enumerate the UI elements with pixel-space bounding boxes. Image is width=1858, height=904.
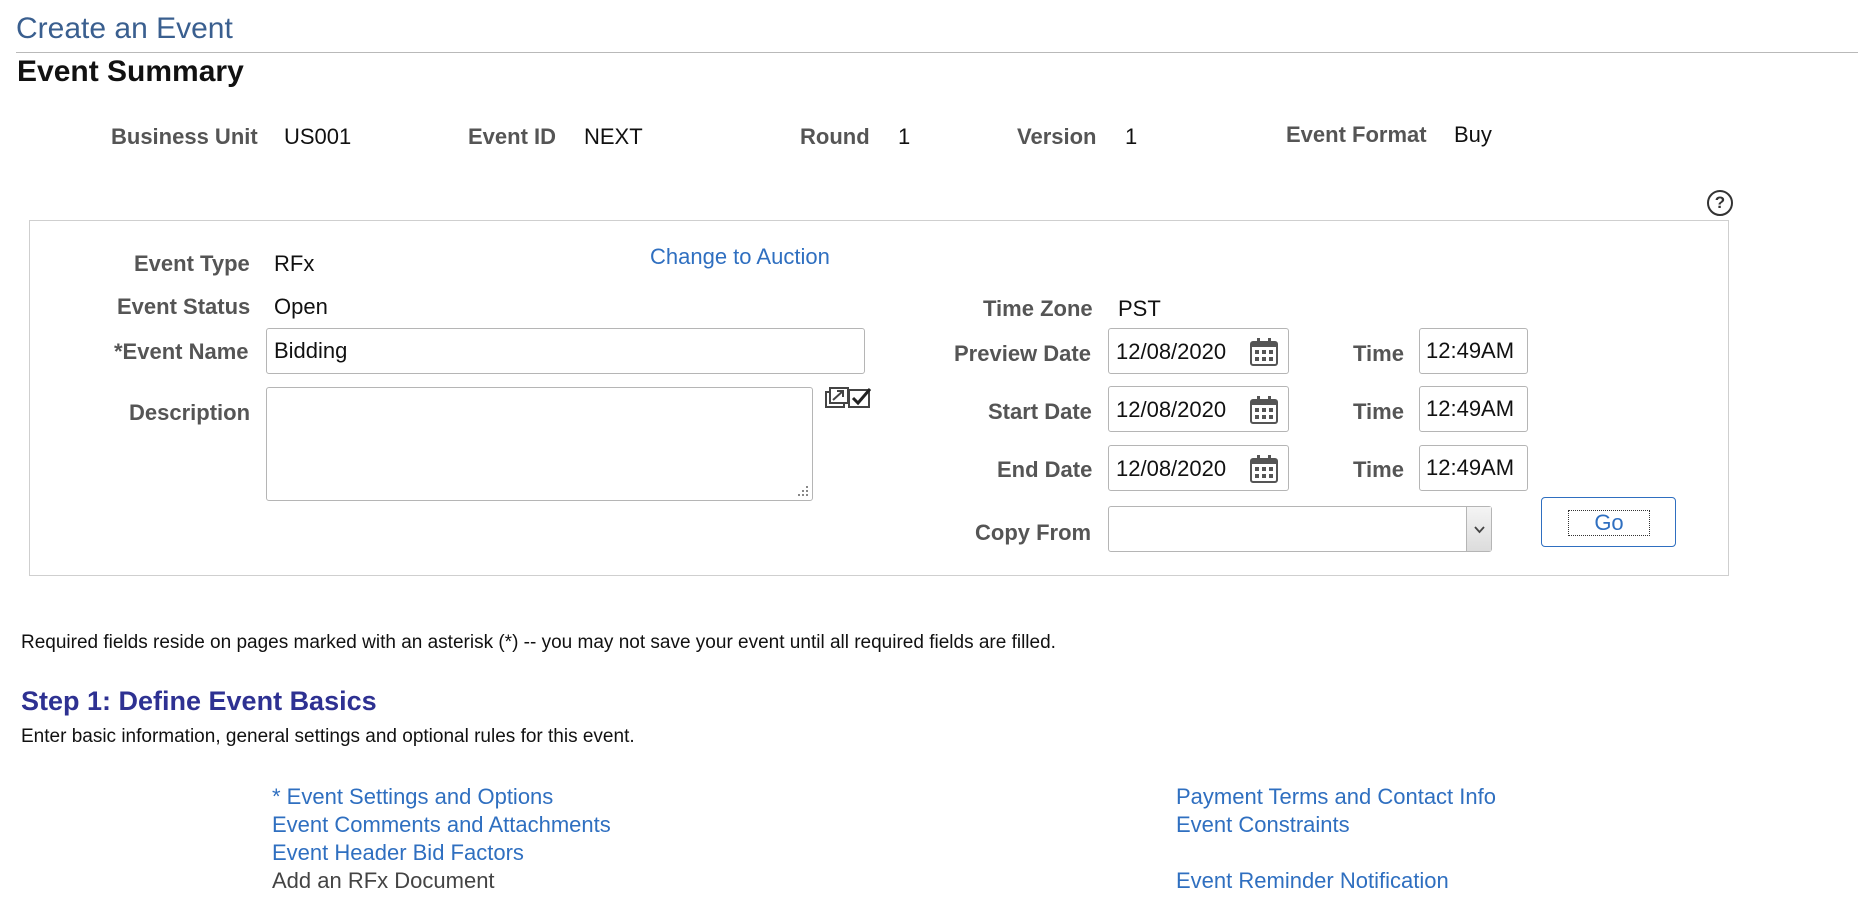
payment-terms-link[interactable]: Payment Terms and Contact Info <box>1176 784 1496 810</box>
start-time-label: Time <box>1353 399 1404 424</box>
event-type-label: Event Type <box>134 251 250 276</box>
calendar-icon[interactable] <box>1249 395 1279 425</box>
event-name-label: *Event Name <box>114 339 249 364</box>
page-title-divider <box>16 52 1858 53</box>
start-time-input[interactable] <box>1419 386 1528 432</box>
preview-time-label: Time <box>1353 341 1404 366</box>
preview-time-input[interactable] <box>1419 328 1528 374</box>
version-label: Version <box>1017 124 1097 149</box>
time-zone-value: PST <box>1118 296 1161 321</box>
description-textarea[interactable] <box>266 387 813 501</box>
start-date-label: Start Date <box>988 399 1092 424</box>
end-date-label: End Date <box>997 457 1093 482</box>
required-fields-note: Required fields reside on pages marked w… <box>21 632 1056 653</box>
event-settings-link[interactable]: * Event Settings and Options <box>272 784 553 810</box>
go-button[interactable]: Go <box>1541 497 1676 547</box>
event-header-bid-factors-link[interactable]: Event Header Bid Factors <box>272 840 524 866</box>
event-format-value: Buy <box>1454 122 1492 147</box>
event-status-value: Open <box>274 294 328 319</box>
copy-from-select[interactable] <box>1108 506 1492 552</box>
end-date-field[interactable]: 12/08/2020 <box>1108 445 1289 491</box>
start-date-value: 12/08/2020 <box>1116 397 1227 422</box>
business-unit-value: US001 <box>284 124 352 149</box>
go-button-label: Go <box>1568 510 1650 536</box>
end-date-value: 12/08/2020 <box>1116 456 1227 481</box>
event-type-value: RFx <box>274 251 315 276</box>
event-id-value: NEXT <box>584 124 643 149</box>
preview-date-field[interactable]: 12/08/2020 <box>1108 328 1289 374</box>
start-date-field[interactable]: 12/08/2020 <box>1108 386 1289 432</box>
change-to-auction-link[interactable]: Change to Auction <box>650 244 830 270</box>
event-status-label: Event Status <box>117 294 251 319</box>
event-id-label: Event ID <box>468 124 557 149</box>
section-title: Event Summary <box>17 55 244 88</box>
copy-from-label: Copy From <box>975 520 1092 545</box>
version-value: 1 <box>1125 124 1138 149</box>
event-name-input[interactable] <box>266 328 865 374</box>
preview-date-label: Preview Date <box>954 341 1091 366</box>
end-time-input[interactable] <box>1419 445 1528 491</box>
calendar-icon[interactable] <box>1249 337 1279 367</box>
copy-from-dropdown-button[interactable] <box>1466 507 1491 551</box>
spell-check-icon[interactable] <box>847 386 873 410</box>
step1-subtitle: Enter basic information, general setting… <box>21 726 635 747</box>
event-comments-link[interactable]: Event Comments and Attachments <box>272 812 611 838</box>
round-label: Round <box>800 124 870 149</box>
preview-date-value: 12/08/2020 <box>1116 339 1227 364</box>
event-constraints-link[interactable]: Event Constraints <box>1176 812 1350 838</box>
event-reminder-link[interactable]: Event Reminder Notification <box>1176 868 1449 894</box>
time-zone-label: Time Zone <box>983 296 1093 321</box>
round-value: 1 <box>898 124 911 149</box>
description-label: Description <box>129 400 251 425</box>
event-format-label: Event Format <box>1286 122 1427 147</box>
page-title: Create an Event <box>16 12 233 45</box>
business-unit-label: Business Unit <box>111 124 258 149</box>
add-rfx-document-link: Add an RFx Document <box>272 868 495 893</box>
calendar-icon[interactable] <box>1249 454 1279 484</box>
chevron-down-icon <box>1474 526 1485 534</box>
resize-grip-icon[interactable] <box>797 485 809 497</box>
help-icon[interactable]: ? <box>1707 190 1733 216</box>
end-time-label: Time <box>1353 457 1404 482</box>
step1-title: Step 1: Define Event Basics <box>21 686 377 716</box>
